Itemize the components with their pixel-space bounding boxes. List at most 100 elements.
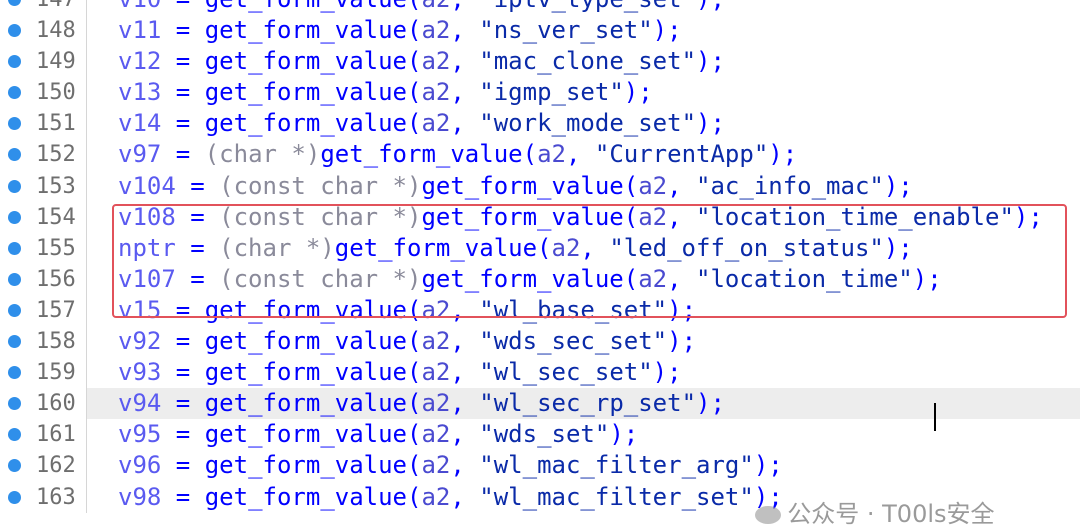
- cast-token: (const char *): [219, 171, 422, 200]
- string-token: "wl_sec_set": [479, 358, 653, 387]
- variable-token: v92: [118, 327, 162, 356]
- line-gutter: 149: [0, 46, 87, 78]
- argument-token: a2: [421, 389, 451, 418]
- string-token: "iptv_type_set": [479, 0, 696, 13]
- line-gutter: 155: [0, 232, 87, 264]
- line-gutter: 162: [0, 450, 87, 482]
- code-line[interactable]: 147 v10 = get_form_value(a2, "iptv_type_s…: [0, 0, 1080, 16]
- function-token: get_form_value: [204, 451, 408, 480]
- code-line[interactable]: 148 v11 = get_form_value(a2, "ns_ver_set"…: [0, 15, 1080, 47]
- breakpoint-dot-icon[interactable]: [8, 179, 21, 193]
- line-number: 152: [36, 142, 76, 168]
- watermark: 公众号 · T00ls安全: [740, 466, 995, 529]
- argument-token: a2: [421, 327, 451, 356]
- variable-token: v94: [118, 389, 162, 418]
- argument-token: a2: [421, 16, 451, 45]
- code-line[interactable]: 158 v92 = get_form_value(a2, "wds_sec_set…: [0, 326, 1080, 358]
- argument-token: a2: [537, 140, 566, 169]
- variable-token: v11: [118, 16, 162, 45]
- breakpoint-dot-icon[interactable]: [8, 335, 21, 349]
- code-line[interactable]: 149 v12 = get_form_value(a2, "mac_clone_s…: [0, 46, 1080, 78]
- string-token: "wl_mac_filter_set": [479, 482, 754, 511]
- breakpoint-dot-icon[interactable]: [8, 459, 21, 473]
- line-number: 153: [36, 173, 76, 199]
- code-text: v96 = get_form_value(a2, "wl_mac_filter_…: [118, 451, 783, 480]
- line-gutter: 157: [0, 294, 87, 327]
- breakpoint-dot-icon[interactable]: [8, 24, 21, 38]
- function-token: get_form_value: [204, 109, 408, 138]
- function-token: get_form_value: [204, 78, 408, 107]
- breakpoint-dot-icon[interactable]: [8, 0, 21, 6]
- line-gutter: 150: [0, 77, 87, 109]
- argument-token: a2: [638, 171, 668, 200]
- string-token: "wds_set": [479, 420, 610, 449]
- breakpoint-dot-icon[interactable]: [8, 55, 21, 69]
- code-line[interactable]: 152 v97 = (char *)get_form_value(a2, "Cur…: [0, 139, 1080, 171]
- code-text: v92 = get_form_value(a2, "wds_sec_set");: [118, 327, 697, 356]
- breakpoint-dot-icon[interactable]: [8, 117, 21, 131]
- argument-token: a2: [421, 47, 451, 76]
- string-token: "wds_sec_set": [479, 327, 668, 356]
- variable-token: v10: [118, 0, 161, 13]
- string-token: "mac_clone_set": [479, 47, 697, 76]
- breakpoint-dot-icon[interactable]: [8, 428, 21, 442]
- line-number: 154: [36, 204, 76, 230]
- code-line[interactable]: 150 v13 = get_form_value(a2, "igmp_set");: [0, 77, 1080, 109]
- line-gutter: 159: [0, 357, 87, 389]
- line-gutter: 161: [0, 419, 87, 451]
- code-text: v10 = get_form_value(a2, "iptv_type_set"…: [118, 0, 725, 15]
- function-token: get_form_value: [204, 482, 408, 511]
- string-token: "wl_mac_filter_arg": [479, 451, 754, 480]
- breakpoint-dot-icon[interactable]: [8, 241, 21, 255]
- variable-token: v12: [118, 47, 162, 76]
- line-number: 149: [36, 49, 76, 75]
- line-number: 156: [36, 266, 76, 292]
- code-text: v13 = get_form_value(a2, "igmp_set");: [118, 78, 653, 107]
- line-number: 160: [36, 391, 76, 417]
- code-text: v93 = get_form_value(a2, "wl_sec_set");: [118, 358, 682, 387]
- function-token: get_form_value: [204, 327, 408, 356]
- code-line[interactable]: 161 v95 = get_form_value(a2, "wds_set");: [0, 419, 1080, 451]
- line-gutter: 163: [0, 481, 87, 513]
- code-text: v97 = (char *)get_form_value(a2, "Curren…: [118, 140, 798, 169]
- line-gutter: 153: [0, 170, 87, 202]
- breakpoint-dot-icon[interactable]: [8, 303, 21, 317]
- argument-token: a2: [421, 451, 451, 480]
- variable-token: v96: [118, 451, 162, 480]
- function-token: get_form_value: [320, 140, 523, 169]
- line-number: 150: [36, 80, 76, 106]
- cast-token: (char *): [204, 140, 321, 169]
- line-gutter: 147: [0, 0, 87, 16]
- breakpoint-dot-icon[interactable]: [8, 490, 21, 504]
- argument-token: a2: [421, 78, 451, 107]
- line-gutter: 154: [0, 201, 87, 233]
- breakpoint-dot-icon[interactable]: [8, 272, 21, 286]
- string-token: "ns_ver_set": [479, 16, 653, 45]
- string-token: "wl_sec_rp_set": [479, 389, 697, 418]
- wechat-icon: [755, 506, 782, 524]
- code-line[interactable]: 153 v104 = (const char *)get_form_value(a…: [0, 170, 1080, 202]
- line-number: 148: [36, 18, 76, 44]
- breakpoint-dot-icon[interactable]: [8, 86, 21, 100]
- line-number: 147: [36, 0, 76, 15]
- function-token: get_form_value: [421, 171, 624, 200]
- breakpoint-dot-icon[interactable]: [8, 366, 21, 380]
- line-gutter: 160: [0, 388, 87, 420]
- line-number: 161: [36, 422, 76, 448]
- string-token: "work_mode_set": [479, 109, 697, 138]
- line-number: 151: [36, 111, 76, 137]
- argument-token: a2: [421, 109, 451, 138]
- line-number: 159: [36, 360, 76, 386]
- line-number: 163: [36, 484, 76, 510]
- code-line[interactable]: 159 v93 = get_form_value(a2, "wl_sec_set"…: [0, 357, 1080, 389]
- code-text: v94 = get_form_value(a2, "wl_sec_rp_set"…: [118, 389, 725, 418]
- string-token: "ac_info_mac": [696, 171, 884, 200]
- string-token: "CurrentApp": [594, 140, 769, 169]
- code-line[interactable]: 160 v94 = get_form_value(a2, "wl_sec_rp_s…: [0, 388, 1080, 420]
- breakpoint-dot-icon[interactable]: [8, 397, 21, 411]
- code-line[interactable]: 151 v14 = get_form_value(a2, "work_mode_s…: [0, 108, 1080, 140]
- line-gutter: 156: [0, 263, 87, 295]
- breakpoint-dot-icon[interactable]: [8, 148, 21, 162]
- breakpoint-dot-icon[interactable]: [8, 210, 21, 224]
- code-text: v12 = get_form_value(a2, "mac_clone_set"…: [118, 47, 725, 76]
